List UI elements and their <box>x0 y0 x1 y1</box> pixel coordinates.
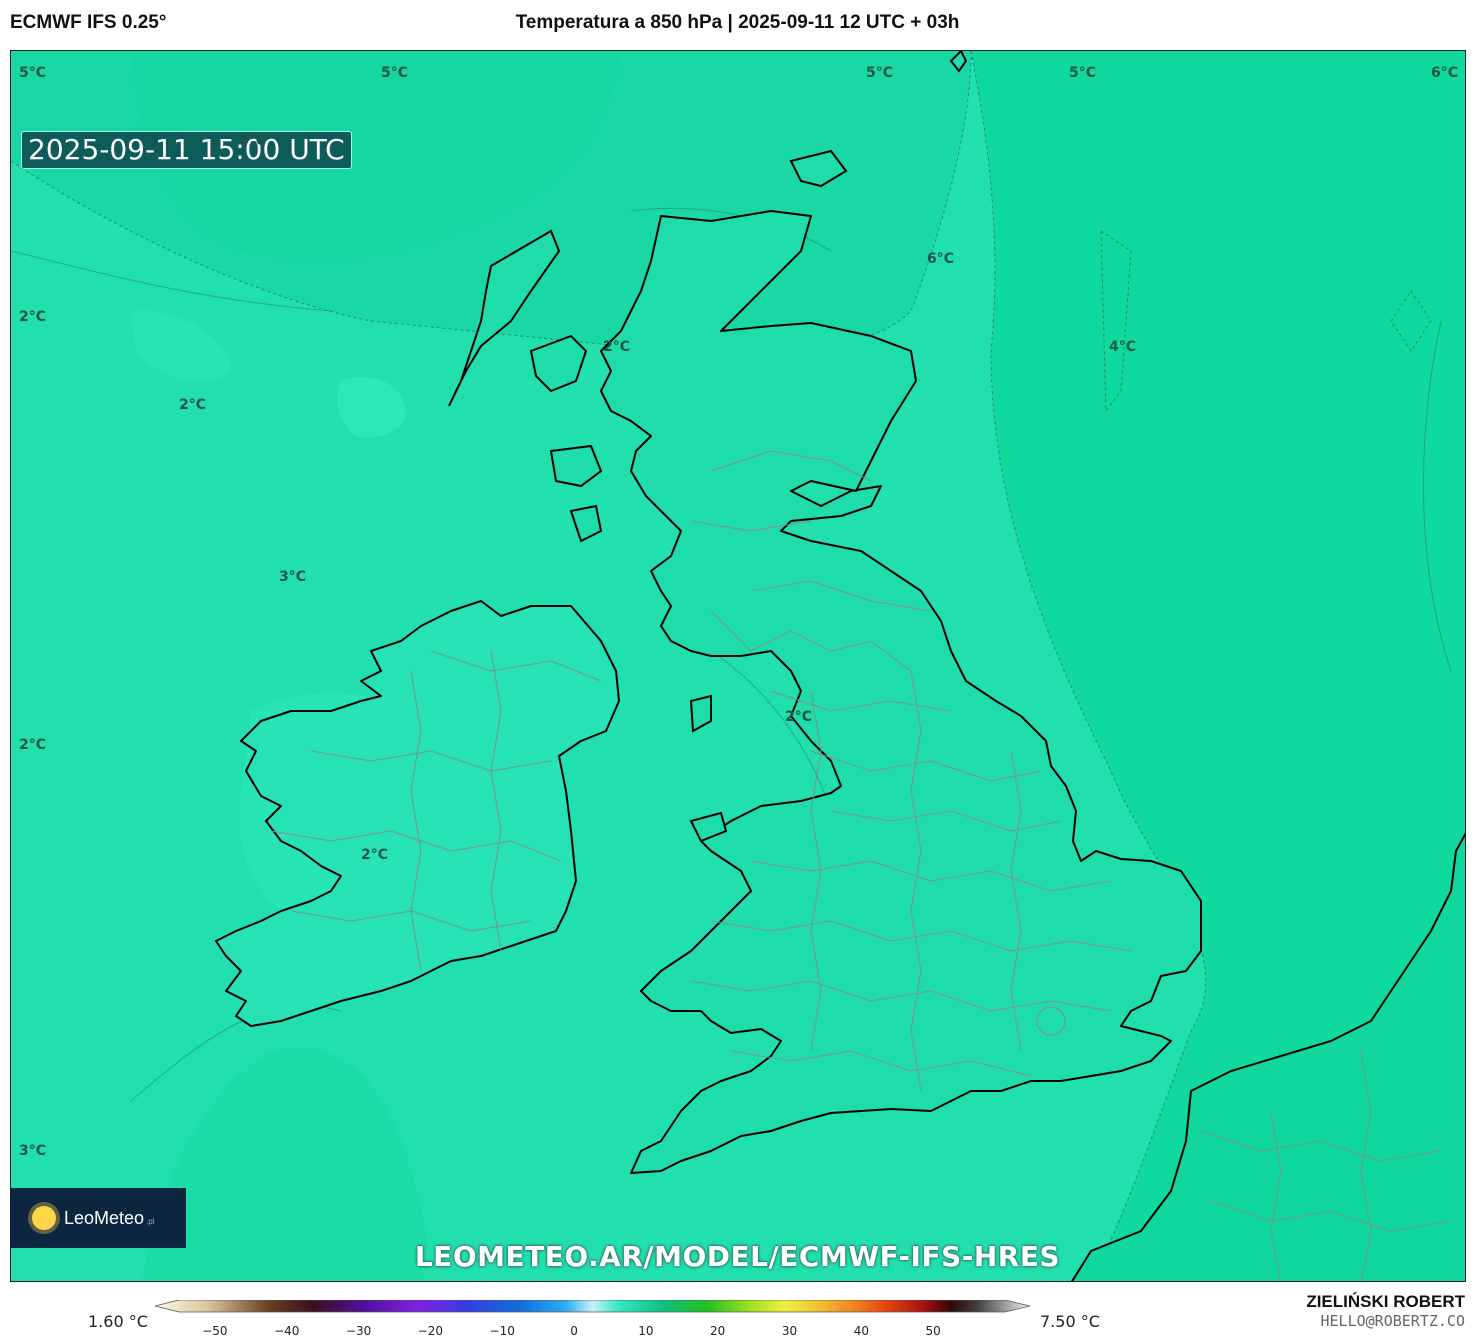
author-email[interactable]: HELLO@ROBERTZ.CO <box>1306 1312 1466 1330</box>
contour-label: 5°C <box>381 65 409 81</box>
isle-of-man <box>689 694 712 733</box>
colorbar-tick-label: 30 <box>781 1324 798 1338</box>
author-block: ZIELIŃSKI ROBERT HELLO@ROBERTZ.CO <box>1306 1292 1465 1330</box>
colorbar-tick-label: 40 <box>853 1324 869 1338</box>
contour-label: 6°C <box>927 251 955 267</box>
map-title: Temperatura a 850 hPa | 2025-09-11 12 UT… <box>515 12 960 33</box>
cool-area-west <box>131 310 231 382</box>
leometeo-logo[interactable]: LeoMeteo .pl <box>10 1188 186 1248</box>
contour-label: 2°C <box>361 847 389 863</box>
author-name: ZIELIŃSKI ROBERT <box>1306 1292 1465 1311</box>
contour-label: 2°C <box>603 339 631 355</box>
colorbar-max-label: 7.50 °C <box>1040 1312 1100 1331</box>
colorbar-tick-label: −30 <box>345 1324 372 1338</box>
logo-text: LeoMeteo <box>64 1207 145 1228</box>
contour-label: 2°C <box>19 737 47 753</box>
contour-label: 5°C <box>866 65 894 81</box>
colorbar-tick-label: 20 <box>710 1324 726 1338</box>
contour-label: 2°C <box>785 709 813 725</box>
sun-icon <box>32 1206 56 1230</box>
contour-label: 4°C <box>239 133 267 149</box>
source-url[interactable]: LEOMETEO.AR/MODEL/ECMWF-IFS-HRES <box>0 1240 1475 1273</box>
colorbar-tick-label: 50 <box>925 1324 941 1338</box>
colorbar-tick-label: 10 <box>638 1324 654 1338</box>
colorbar-tick-label: −10 <box>489 1324 515 1338</box>
cool-area-mid <box>336 377 406 438</box>
contour-label: 2°C <box>19 309 47 325</box>
contour-label: 5°C <box>19 65 47 81</box>
colorbar <box>155 1300 1030 1313</box>
colorbar-tick-label: −20 <box>417 1324 444 1338</box>
colorbar-min-label: 1.60 °C <box>88 1312 148 1331</box>
contour-label: 3°C <box>279 569 307 585</box>
colorbar-tick-label: −50 <box>202 1324 228 1338</box>
contour-label: 5°C <box>1069 65 1097 81</box>
map-field <box>11 51 1465 1281</box>
temperature-map: 2025-09-11 15:00 UTC 5°C 5°C 5°C 5°C 6°C… <box>10 50 1466 1282</box>
valid-time-badge: 2025-09-11 15:00 UTC <box>21 131 352 169</box>
colorbar-tick-label: −40 <box>274 1324 300 1338</box>
contour-label: 6°C <box>1431 65 1459 81</box>
contour-label: 3°C <box>19 1143 47 1159</box>
logo-tld: .pl <box>146 1216 155 1226</box>
ireland-coast <box>215 600 620 1027</box>
contour-label: 2°C <box>179 397 207 413</box>
contour-label: 4°C <box>1109 339 1137 355</box>
mull-islay <box>549 444 603 543</box>
skye <box>529 334 588 393</box>
colorbar-tick-label: 0 <box>570 1324 578 1338</box>
